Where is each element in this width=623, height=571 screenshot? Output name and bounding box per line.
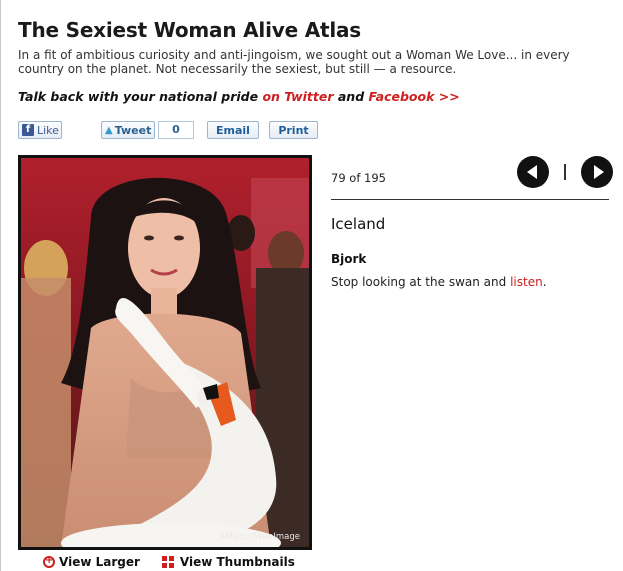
intro-text: In a fit of ambitious curiosity and anti… (18, 48, 570, 76)
zoom-plus-icon (43, 555, 55, 568)
print-button[interactable]: Print (269, 121, 318, 139)
header-rule (331, 199, 609, 200)
facebook-link[interactable]: Facebook >> (369, 89, 460, 104)
main-photo[interactable]: KMazur/WireImage (18, 155, 312, 550)
talkback-and: and (337, 89, 365, 104)
page-border (0, 0, 1, 571)
view-thumbnails-label: View Thumbnails (179, 555, 295, 569)
slide-counter: 79 of 195 (331, 171, 386, 185)
view-thumbnails-link[interactable]: View Thumbnails (161, 555, 295, 569)
twitter-link[interactable]: on Twitter (262, 89, 333, 104)
talkback-prefix: Talk back with your national pride (18, 89, 259, 104)
arrow-left-icon (527, 165, 537, 179)
nav-divider (564, 164, 566, 180)
photo-links: View Larger View Thumbnails (43, 555, 317, 569)
photo-credit: KMazur/WireImage (219, 532, 300, 542)
next-button[interactable] (581, 156, 613, 188)
photo-image (21, 158, 309, 547)
arrow-right-icon (593, 165, 604, 179)
facebook-icon: f (22, 124, 34, 136)
facebook-like-button[interactable]: f Like (18, 121, 62, 139)
tweet-button[interactable]: ▲ Tweet (101, 121, 155, 139)
view-larger-link[interactable]: View Larger (43, 555, 140, 569)
grid-icon (161, 556, 174, 568)
listen-link[interactable]: listen (510, 275, 543, 289)
talkback-line: Talk back with your national pride on Tw… (18, 89, 460, 104)
description: Stop looking at the swan and listen. (331, 275, 547, 289)
page-title: The Sexiest Woman Alive Atlas (18, 18, 361, 42)
twitter-bird-icon: ▲ (105, 124, 113, 136)
like-label: Like (37, 123, 59, 137)
tweet-label: Tweet (114, 123, 152, 137)
woman-name: Bjork (331, 252, 367, 266)
tweet-count: 0 (158, 121, 194, 139)
country-name: Iceland (331, 215, 386, 233)
email-button[interactable]: Email (207, 121, 259, 139)
description-end: . (542, 275, 547, 289)
view-larger-label: View Larger (59, 555, 140, 569)
previous-button[interactable] (517, 156, 549, 188)
description-text: Stop looking at the swan and (331, 275, 507, 289)
